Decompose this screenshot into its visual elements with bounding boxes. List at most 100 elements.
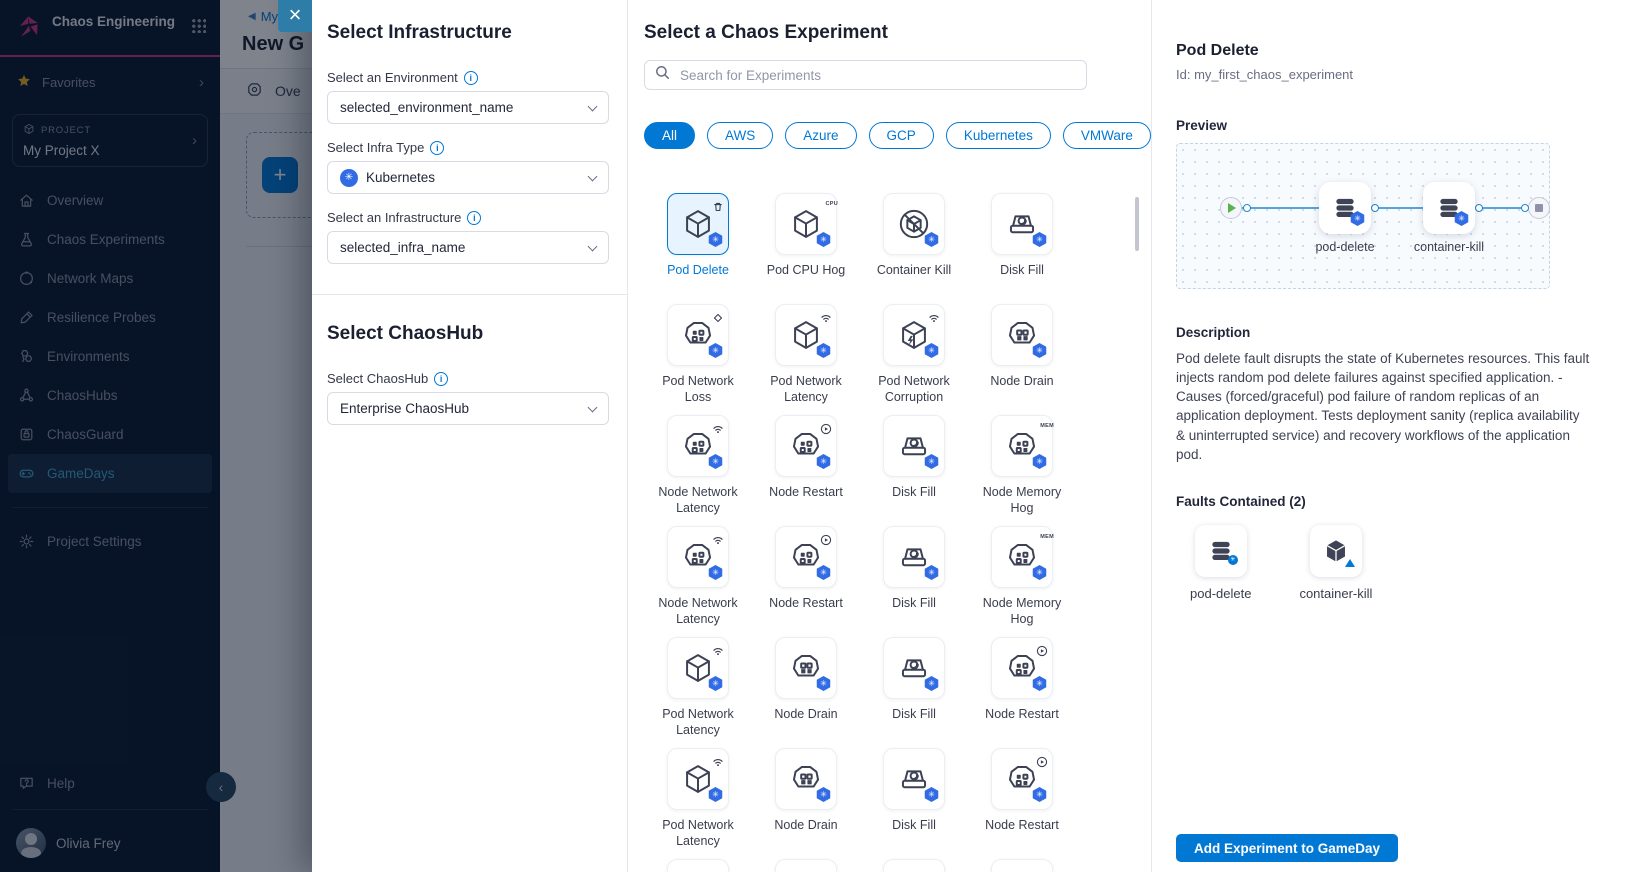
filter-chip-all[interactable]: All xyxy=(644,122,695,149)
experiment-label: Disk Fill xyxy=(892,595,936,611)
connector-dot xyxy=(1475,204,1483,212)
experiment-card-partial[interactable] xyxy=(968,859,1076,872)
cube-slash-icon: ✳ xyxy=(897,207,931,241)
experiment-card-node-restart[interactable]: ✳Node Restart xyxy=(968,748,1076,859)
search-input[interactable] xyxy=(678,67,1076,84)
pipeline-node-label: container-kill xyxy=(1394,240,1504,254)
infrastructure-title: Select Infrastructure xyxy=(327,22,609,44)
mem-badge-icon: MEM xyxy=(1040,534,1054,546)
experiment-card-node-network-latency[interactable]: ✳Node Network Latency xyxy=(644,526,752,637)
info-icon[interactable]: i xyxy=(430,141,444,155)
experiment-tile: ✳ xyxy=(775,415,837,477)
add-experiment-to-gameday-button[interactable]: Add Experiment to GameDay xyxy=(1176,834,1398,862)
filter-chip-kubernetes[interactable]: Kubernetes xyxy=(946,122,1051,149)
wifi-badge-icon xyxy=(712,533,724,545)
experiment-label: Node Restart xyxy=(769,595,843,611)
experiment-card-pod-cpu-hog[interactable]: CPU✳Pod CPU Hog xyxy=(752,193,860,304)
play-badge-icon xyxy=(1036,644,1048,656)
experiment-card-partial[interactable] xyxy=(644,859,752,872)
pod-icon: ✳ xyxy=(789,429,823,463)
experiment-label: Node Drain xyxy=(774,706,837,722)
experiment-card-container-kill[interactable]: ✳ Container Kill xyxy=(860,193,968,304)
experiment-card-disk-fill[interactable]: ✳Disk Fill xyxy=(968,193,1076,304)
experiment-card-node-memory-hog[interactable]: MEM✳Node Memory Hog xyxy=(968,526,1076,637)
chevron-down-icon xyxy=(588,241,598,251)
infra-type-select[interactable]: ✳ Kubernetes xyxy=(327,161,609,194)
wifi-badge-icon xyxy=(712,755,724,767)
cpu-badge-icon: CPU xyxy=(825,201,838,213)
experiment-label: Pod Network Latency xyxy=(654,817,742,850)
filter-chip-aws[interactable]: AWS xyxy=(707,122,773,149)
experiment-card-disk-fill[interactable]: ✳Disk Fill xyxy=(860,526,968,637)
faults-list: ✳ pod-delete container-kill xyxy=(1190,525,1630,601)
experiment-card-pod-network-corruption[interactable]: ✳Pod Network Corruption xyxy=(860,304,968,415)
experiment-label: Container Kill xyxy=(877,262,951,278)
experiment-card-node-restart[interactable]: ✳Node Restart xyxy=(968,637,1076,748)
cube-bolt-icon: ✳ xyxy=(897,318,931,352)
mem-badge-icon: MEM xyxy=(1040,423,1054,435)
section-divider xyxy=(312,294,627,295)
info-icon[interactable]: i xyxy=(464,71,478,85)
experiment-card-node-drain[interactable]: ✳Node Drain xyxy=(752,637,860,748)
warning-badge-icon xyxy=(1345,559,1355,567)
experiment-card-partial[interactable] xyxy=(752,859,860,872)
experiment-tile: ✳ xyxy=(667,304,729,366)
experiment-card-node-memory-hog[interactable]: MEM✳Node Memory Hog xyxy=(968,415,1076,526)
filter-chip-vmware[interactable]: VMWare xyxy=(1063,122,1151,149)
experiment-tile: ✳ xyxy=(883,415,945,477)
fault-label: pod-delete xyxy=(1190,586,1251,601)
experiment-card-pod-network-loss[interactable]: ✳Pod Network Loss xyxy=(644,304,752,415)
experiment-label: Node Drain xyxy=(774,817,837,833)
experiment-card-partial[interactable] xyxy=(860,859,968,872)
experiment-label: Disk Fill xyxy=(1000,262,1044,278)
cube-icon: ✳ xyxy=(681,207,715,241)
experiment-card-node-drain[interactable]: ✳Node Drain xyxy=(752,748,860,859)
experiment-card-disk-fill[interactable]: ✳Disk Fill xyxy=(860,415,968,526)
pipeline-start-node xyxy=(1220,197,1242,219)
info-icon[interactable]: i xyxy=(467,211,481,225)
connector-dot xyxy=(1371,204,1379,212)
cube-icon: ✳ xyxy=(681,762,715,796)
experiment-search xyxy=(644,60,1087,90)
infrastructure-value: selected_infra_name xyxy=(340,240,581,255)
experiment-tile: ✳ xyxy=(775,526,837,588)
experiment-card-disk-fill[interactable]: ✳Disk Fill xyxy=(860,748,968,859)
experiment-tile: MEM✳ xyxy=(991,415,1053,477)
close-icon[interactable]: × xyxy=(278,0,312,32)
disk-icon: ✳ xyxy=(897,429,931,463)
experiment-card-node-drain[interactable]: ✳Node Drain xyxy=(968,304,1076,415)
info-icon[interactable]: i xyxy=(434,372,448,386)
scrollbar-thumb[interactable] xyxy=(1135,197,1139,251)
gameday-experiment-modal: Select Infrastructure Select an Environm… xyxy=(312,0,1630,872)
experiment-tile: ✳ xyxy=(991,637,1053,699)
dark-cube-icon xyxy=(1322,537,1350,565)
connector-dot xyxy=(1243,204,1251,212)
experiment-tile xyxy=(991,859,1053,872)
experiment-card-node-network-latency[interactable]: ✳Node Network Latency xyxy=(644,415,752,526)
gear-badge-icon: ✳ xyxy=(1228,555,1238,565)
experiment-card-pod-network-latency[interactable]: ✳Pod Network Latency xyxy=(644,637,752,748)
pod-icon: ✳ xyxy=(681,318,715,352)
experiment-card-pod-network-latency[interactable]: ✳Pod Network Latency xyxy=(752,304,860,415)
filter-chip-gcp[interactable]: GCP xyxy=(869,122,934,149)
wifi-badge-icon xyxy=(820,311,832,323)
fault-tile xyxy=(1310,525,1362,577)
pod-icon: ✳ xyxy=(1005,762,1039,796)
experiment-card-pod-network-latency[interactable]: ✳ Pod Network Latency xyxy=(644,748,752,859)
environment-select[interactable]: selected_environment_name xyxy=(327,91,609,124)
description-label: Description xyxy=(1176,325,1630,340)
filter-chip-azure[interactable]: Azure xyxy=(785,122,856,149)
experiment-tile: ✳ xyxy=(667,193,729,255)
experiment-card-pod-delete[interactable]: ✳Pod Delete xyxy=(644,193,752,304)
experiment-card-disk-fill[interactable]: ✳Disk Fill xyxy=(860,637,968,748)
kubernetes-icon: ✳ xyxy=(340,169,358,187)
infrastructure-select[interactable]: selected_infra_name xyxy=(327,231,609,264)
experiment-tile: ✳ xyxy=(667,415,729,477)
pipeline-node-container-kill: ✳ xyxy=(1423,182,1475,234)
experiment-label: Node Drain xyxy=(990,373,1053,389)
disk-icon: ✳ xyxy=(897,651,931,685)
chaoshub-select[interactable]: Enterprise ChaosHub xyxy=(327,392,609,425)
experiment-card-node-restart[interactable]: ✳ Node Restart xyxy=(752,526,860,637)
experiment-card-node-restart[interactable]: ✳Node Restart xyxy=(752,415,860,526)
fault-card-container-kill: container-kill xyxy=(1299,525,1372,601)
